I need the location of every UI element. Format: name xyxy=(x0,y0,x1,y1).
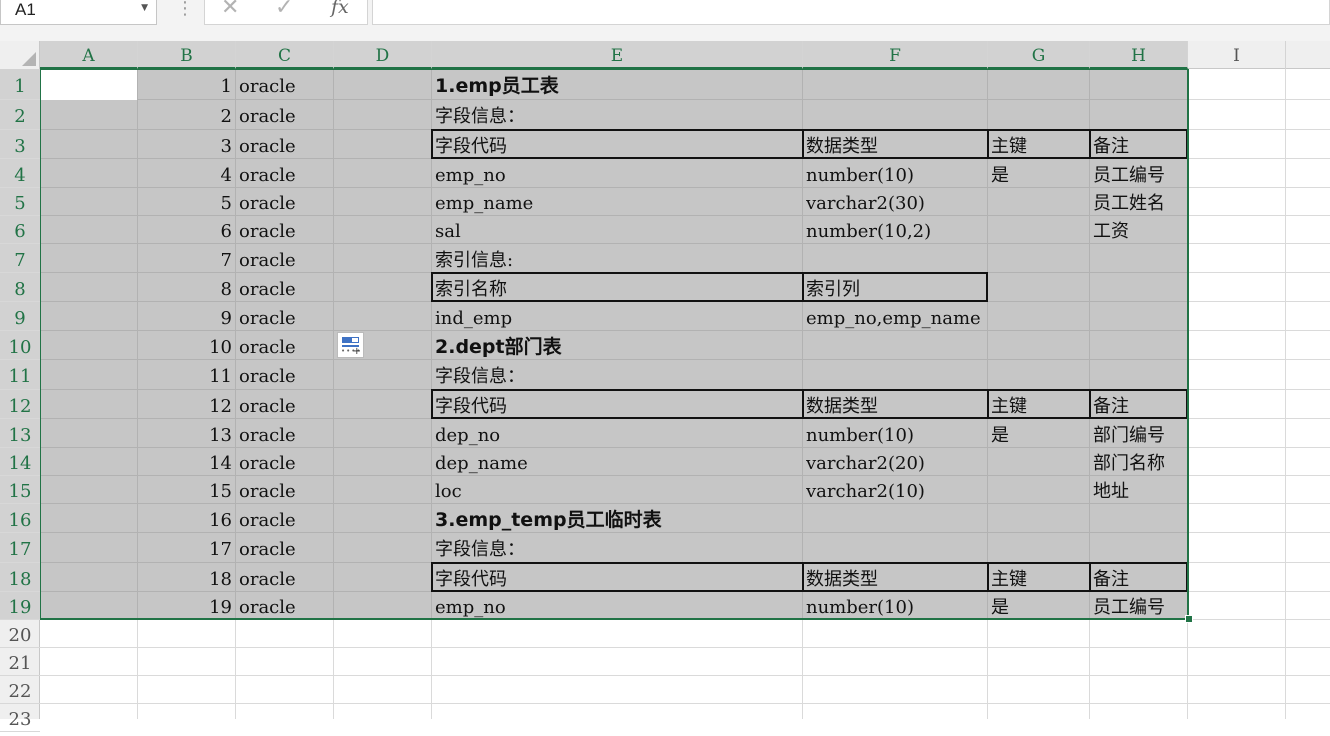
enter-icon[interactable]: ✓ xyxy=(275,0,293,20)
select-all-icon xyxy=(22,52,36,66)
gridline-v xyxy=(1285,69,1286,719)
column-header-i[interactable]: I xyxy=(1188,41,1286,69)
row-header-4[interactable]: 4 xyxy=(0,159,40,188)
column-header-d[interactable]: D xyxy=(334,41,432,69)
row-header-13[interactable]: 13 xyxy=(0,419,40,448)
row-header-2[interactable]: 2 xyxy=(0,100,40,130)
column-header-h[interactable]: H xyxy=(1090,41,1188,69)
row-header-19[interactable]: 19 xyxy=(0,592,40,620)
formula-bar: A1 ▼ ⋮ ✕ ✓ fx xyxy=(0,0,1330,41)
chevron-down-icon[interactable]: ▼ xyxy=(141,3,148,13)
row-header-8[interactable]: 8 xyxy=(0,273,40,302)
row-header-1[interactable]: 1 xyxy=(0,69,40,100)
row-header-7[interactable]: 7 xyxy=(0,244,40,273)
row-header-12[interactable]: 12 xyxy=(0,390,40,419)
quick-analysis-icon xyxy=(342,337,351,343)
worksheet-grid[interactable]: 1 2 3 4 5 6 7 8 9 10 11 12 13 14 15 16 17 18 19 oracle oracl… xyxy=(40,69,1330,719)
row-header-6[interactable]: 6 xyxy=(0,216,40,244)
row-header-16[interactable]: 16 xyxy=(0,504,40,533)
plus-icon: + xyxy=(352,346,361,357)
name-box-value: A1 xyxy=(15,0,36,19)
row-header-9[interactable]: 9 xyxy=(0,302,40,331)
row-header-23[interactable]: 23 xyxy=(0,704,40,732)
row-header-21[interactable]: 21 xyxy=(0,648,40,676)
fill-handle[interactable] xyxy=(1185,615,1193,623)
column-header-a[interactable]: A xyxy=(40,41,138,69)
row-header-17[interactable]: 17 xyxy=(0,533,40,563)
quick-analysis-button[interactable]: •••• + xyxy=(337,332,364,358)
formula-input[interactable] xyxy=(372,0,1330,25)
row-header-5[interactable]: 5 xyxy=(0,188,40,216)
formula-buttons: ✕ ✓ fx xyxy=(204,0,368,25)
more-icon: ⋮ xyxy=(176,0,194,19)
column-header-b[interactable]: B xyxy=(138,41,236,69)
row-header-22[interactable]: 22 xyxy=(0,676,40,704)
cancel-icon[interactable]: ✕ xyxy=(221,0,239,20)
row-header-15[interactable]: 15 xyxy=(0,476,40,504)
column-header-f[interactable]: F xyxy=(803,41,988,69)
row-header-11[interactable]: 11 xyxy=(0,360,40,390)
column-header-e[interactable]: E xyxy=(432,41,803,69)
selection-border xyxy=(40,69,1189,620)
gridline-h xyxy=(40,703,1330,704)
quick-analysis-icon-part xyxy=(351,337,359,343)
row-header-20[interactable]: 20 xyxy=(0,620,40,648)
gridline-h xyxy=(40,647,1330,648)
row-header-10[interactable]: 10 xyxy=(0,331,40,360)
select-all-button[interactable] xyxy=(0,41,40,69)
row-header-3[interactable]: 3 xyxy=(0,130,40,159)
column-header-g[interactable]: G xyxy=(988,41,1090,69)
name-box[interactable]: A1 ▼ xyxy=(0,0,157,25)
column-header-c[interactable]: C xyxy=(236,41,334,69)
insert-function-button[interactable]: fx xyxy=(331,0,349,18)
gridline-h xyxy=(40,675,1330,676)
row-header-14[interactable]: 14 xyxy=(0,448,40,476)
row-header-18[interactable]: 18 xyxy=(0,563,40,592)
